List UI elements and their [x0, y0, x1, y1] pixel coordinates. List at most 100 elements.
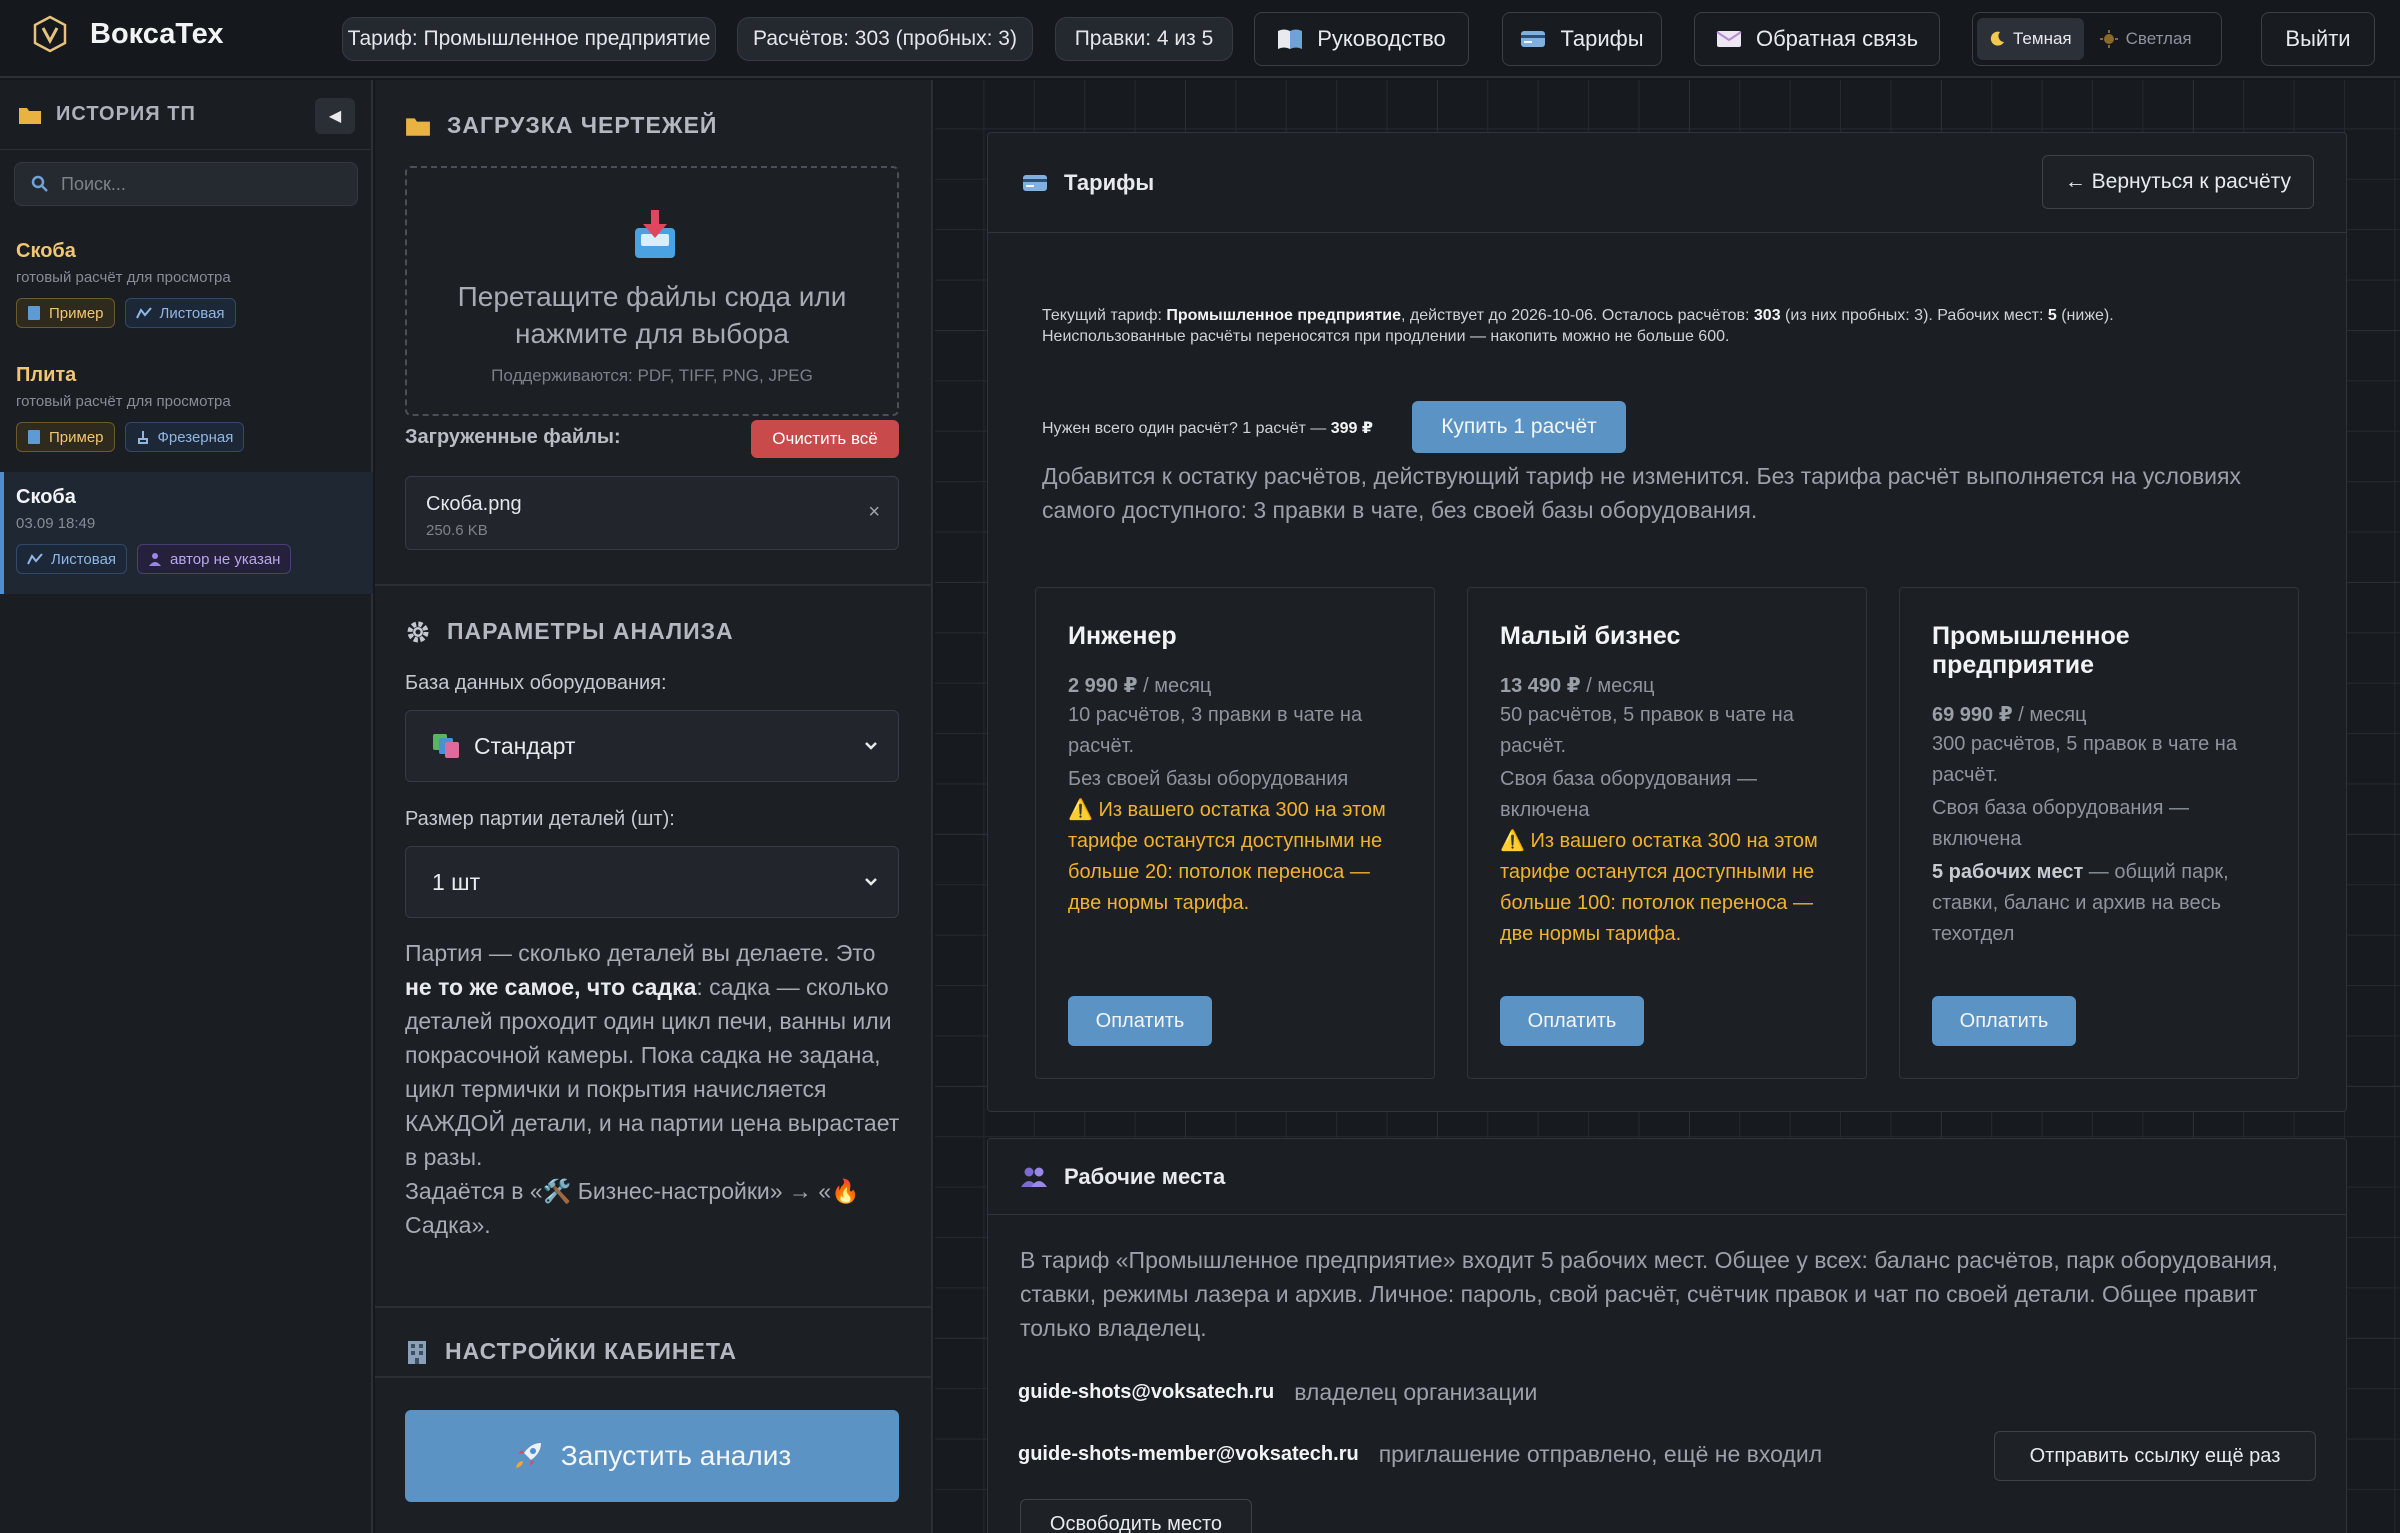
equipment-db-value: Стандарт [474, 732, 576, 759]
pay-button[interactable]: Оплатить [1068, 996, 1212, 1046]
resend-link-button[interactable]: Отправить ссылку ещё раз [1994, 1431, 2316, 1481]
batch-explanation: Партия — сколько деталей вы делаете. Это… [405, 936, 905, 1242]
search-placeholder: Поиск... [61, 173, 126, 194]
plan-warning: ⚠️ Из вашего остатка 300 на этом тарифе … [1500, 830, 1818, 945]
clear-all-button[interactable]: Очистить всё [751, 420, 899, 458]
calcs-pill: Расчётов: 303 (пробных: 3) [737, 17, 1033, 61]
logout-button[interactable]: Выйти [2261, 12, 2375, 66]
plan-warning: ⚠️ Из вашего остатка 300 на этом тарифе … [1068, 799, 1386, 914]
milling-icon [136, 430, 150, 444]
equipment-db-select[interactable]: Стандарт [405, 710, 899, 782]
tariffs-button[interactable]: Тарифы [1502, 12, 1662, 66]
edits-pill: Правки: 4 из 5 [1055, 17, 1233, 61]
member-email: guide-shots-member@voksatech.ru [1018, 1443, 1359, 1465]
theme-switcher: Темная Светлая [1972, 12, 2222, 66]
run-analysis-button[interactable]: Запустить анализ [405, 1410, 899, 1502]
owner-row: guide-shots@voksatech.ru владелец органи… [1018, 1379, 1537, 1406]
feedback-label: Обратная связь [1755, 26, 1919, 51]
carryover-note: Неиспользованные расчёты переносятся при… [1042, 328, 1730, 345]
workspaces-title: Рабочие места [1064, 1163, 1226, 1189]
folder-icon [405, 115, 431, 137]
plan-feature: 50 расчётов, 5 правок в чате на расчёт. [1500, 704, 1794, 757]
supported-formats: Поддерживаются: PDF, TIFF, PNG, JPEG [491, 366, 813, 385]
book-icon [27, 305, 41, 321]
batch-size-label: Размер партии деталей (шт): [405, 808, 675, 830]
plan-feature: Без своей базы оборудования [1068, 768, 1349, 790]
tag-sheet-metal: Листовая [16, 544, 128, 574]
history-item-subtitle: готовый расчёт для просмотра [16, 269, 231, 286]
single-calc-offer: Нужен всего один расчёт? 1 расчёт — 399 … [1042, 420, 1373, 437]
divider [375, 1306, 931, 1308]
plan-card-small-business: Малый бизнес 13 490 ₽ / месяц 50 расчёто… [1467, 587, 1867, 1079]
palette-icon [432, 733, 460, 759]
workspaces-description: В тариф «Промышленное предприятие» входи… [1020, 1247, 2279, 1341]
envelope-icon [1716, 29, 1742, 49]
cabinet-section-header[interactable]: НАСТРОЙКИ КАБИНЕТА [405, 1338, 737, 1365]
file-dropzone[interactable]: Перетащите файлы сюда или нажмите для вы… [405, 166, 899, 416]
sheet-metal-icon [135, 306, 152, 320]
history-item-title: Скоба [16, 240, 76, 262]
owner-status: владелец организации [1294, 1379, 1538, 1405]
buy-one-calc-button[interactable]: Купить 1 расчёт [1412, 401, 1626, 453]
feedback-button[interactable]: Обратная связь [1694, 12, 1940, 66]
history-sidebar: ИСТОРИЯ ТП ◀ Поиск... Скоба готовый расч… [0, 80, 373, 1533]
theme-dark-label: Темная [2013, 29, 2072, 48]
pay-button[interactable]: Оплатить [1932, 996, 2076, 1046]
book-icon [1277, 28, 1303, 50]
tag-example: Пример [16, 422, 115, 452]
uploaded-files-label: Загруженные файлы: [405, 426, 621, 448]
history-search-input[interactable]: Поиск... [14, 162, 358, 206]
workspace-canvas: Тарифы ← Вернуться к расчёту Текущий тар… [935, 80, 2400, 1533]
history-item[interactable]: Плита готовый расчёт для просмотра Приме… [0, 356, 373, 470]
moon-icon [1989, 31, 2005, 47]
batch-size-value: 1 шт [432, 868, 481, 895]
folder-icon [18, 105, 42, 125]
release-seat-button[interactable]: Освободить место [1020, 1499, 1252, 1533]
divider [375, 584, 931, 586]
member-status: приглашение отправлено, ещё не входил [1378, 1441, 1823, 1467]
guide-button[interactable]: Руководство [1254, 12, 1469, 66]
tariffs-card: Тарифы ← Вернуться к расчёту Текущий тар… [987, 132, 2347, 1112]
plan-feature: Своя база оборудования — включена [1932, 797, 2189, 850]
theme-light-option[interactable]: Светлая [2088, 18, 2204, 60]
plan-feature: Своя база оборудования — включена [1500, 768, 1757, 821]
theme-light-label: Светлая [2125, 29, 2192, 48]
app-logo[interactable]: ВоксаТех [30, 14, 224, 54]
voksatech-logo-icon [33, 15, 67, 53]
equipment-db-label: База данных оборудования: [405, 672, 667, 694]
collapse-sidebar-button[interactable]: ◀ [315, 98, 355, 134]
batch-size-select[interactable]: 1 шт [405, 846, 899, 918]
guide-label: Руководство [1317, 26, 1446, 51]
sheet-metal-icon [27, 552, 43, 566]
file-name: Скоба.png [426, 493, 522, 515]
single-calc-price: 399 ₽ [1330, 420, 1373, 437]
plan-name: Инженер [1068, 622, 1177, 650]
office-building-icon [405, 1339, 429, 1365]
people-icon [1020, 1166, 1048, 1188]
credit-card-icon [1022, 173, 1048, 193]
batch-note-path: Задаётся в «🛠️ Бизнес-настройки» → «🔥 Са… [405, 1178, 860, 1238]
plan-feature: 10 расчётов, 3 правки в чате на расчёт. [1068, 704, 1363, 757]
workspaces-card-header: Рабочие места [988, 1139, 2346, 1215]
plan-card-enterprise: Промышленное предприятие 69 990 ₽ / меся… [1899, 587, 2299, 1079]
current-tariff-info: Текущий тариф: Промышленное предприятие,… [1042, 305, 2302, 347]
batch-note-emphasis: не то же самое, что садка [405, 974, 697, 1000]
plan-name: Малый бизнес [1500, 622, 1681, 650]
workspaces-card: Рабочие места В тариф «Промышленное пред… [987, 1138, 2347, 1533]
plan-feature: 300 расчётов, 5 правок в чате на расчёт. [1932, 733, 2237, 786]
pay-button[interactable]: Оплатить [1500, 996, 1644, 1046]
tariffs-card-title: Тарифы [1064, 169, 1155, 195]
theme-dark-option[interactable]: Темная [1977, 18, 2084, 60]
uploaded-file-item: Скоба.png 250.6 KB × [405, 476, 899, 550]
history-item-selected[interactable]: Скоба 03.09 18:49 Листовая автор не указ… [0, 472, 373, 594]
history-item-title: Плита [16, 364, 77, 386]
remove-file-button[interactable]: × [868, 501, 880, 524]
tariff-pill: Тариф: Промышленное предприятие [342, 17, 716, 61]
back-to-calculation-button[interactable]: ← Вернуться к расчёту [2041, 155, 2314, 209]
history-item[interactable]: Скоба готовый расчёт для просмотра Приме… [0, 232, 373, 346]
tag-milling: Фрезерная [124, 422, 245, 452]
gear-icon [405, 619, 431, 645]
upload-section-header: ЗАГРУЗКА ЧЕРТЕЖЕЙ [405, 112, 717, 139]
plan-name: Промышленное предприятие [1932, 622, 2130, 679]
plan-price: 13 490 ₽ / месяц [1500, 675, 1655, 697]
